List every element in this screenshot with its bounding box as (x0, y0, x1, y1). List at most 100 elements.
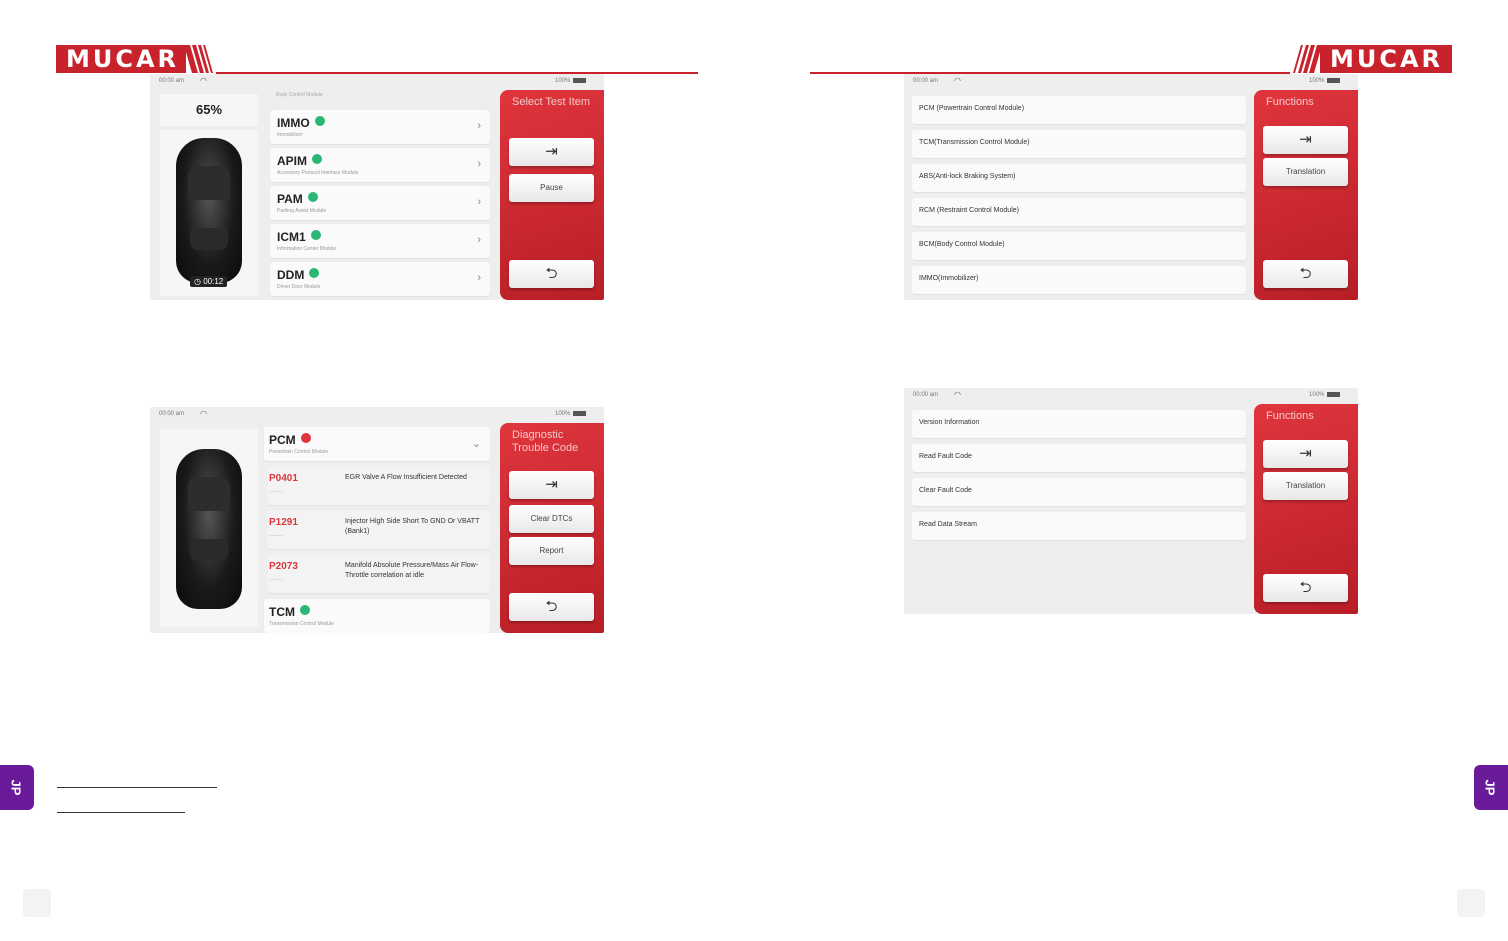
ok-status-icon (310, 230, 321, 240)
wifi-icon: ◠ (200, 76, 207, 85)
translation-button[interactable]: Translation (1263, 472, 1348, 500)
battery-indicator: 100% (1309, 392, 1341, 398)
report-button[interactable]: Report (509, 537, 594, 565)
system-item-label: IMMO(Immobilizer) (919, 275, 979, 282)
module-name: PCM (269, 433, 296, 447)
clear-dtcs-button[interactable]: Clear DTCs (509, 505, 594, 533)
module-row-ddm[interactable]: DDM Driver Door Module › (270, 262, 490, 296)
dtc-code: P1291 (269, 517, 298, 528)
dtc-description: Injector High Side Short To GND Or VBATT… (345, 518, 480, 535)
battery-icon (573, 411, 587, 416)
module-header-pcm[interactable]: PCM Powertrain Control Module ⌄ (264, 427, 490, 461)
dtc-code: P2073 (269, 561, 298, 572)
wifi-icon: ◠ (200, 409, 207, 418)
back-button[interactable]: ⮌ (1263, 574, 1348, 602)
brand-header-left: MUCAR (56, 45, 698, 75)
function-item-label: Read Fault Code (919, 453, 972, 460)
module-row-apim[interactable]: APIM Accessory Protocol Interface Module… (270, 148, 490, 182)
system-item-label: ABS(Anti-lock Braking System) (919, 173, 1016, 180)
function-item-label: Version Information (919, 419, 980, 426)
wifi-icon: ◠ (954, 76, 961, 85)
chevron-down-icon: ⌄ (471, 438, 481, 450)
back-button[interactable]: ⮌ (509, 260, 594, 288)
function-item[interactable]: Version Information (912, 410, 1246, 438)
car-image-box: ◷ 00:12 (160, 130, 258, 296)
page-number-box-left (23, 889, 51, 917)
ok-status-icon (312, 154, 322, 164)
dtc-description: Manifold Absolute Pressure/Mass Air Flow… (345, 562, 479, 579)
car-image-box (160, 429, 258, 627)
ok-status-icon (309, 268, 320, 278)
system-item[interactable]: ABS(Anti-lock Braking System) (912, 164, 1246, 192)
car-info-box: 65% (160, 94, 258, 126)
dtc-row[interactable]: P2073 ------- Manifold Absolute Pressure… (267, 555, 490, 593)
ok-status-icon (300, 605, 310, 615)
function-item[interactable]: Clear Fault Code (912, 478, 1246, 506)
module-row-pam[interactable]: PAM Parking Assist Module › (270, 186, 490, 220)
underline-2 (57, 812, 185, 813)
system-item[interactable]: IMMO(Immobilizer) (912, 266, 1246, 294)
system-item[interactable]: PCM (Powertrain Control Module) (912, 96, 1246, 124)
system-item-label: PCM (Powertrain Control Module) (919, 105, 1025, 112)
dtc-status: ------- (269, 489, 283, 495)
exit-button[interactable]: ⇥ (509, 138, 594, 166)
module-sub: Powertrain Control Module (269, 449, 329, 455)
dtc-status: ------- (269, 577, 283, 583)
status-bar: 00:00 am ◠ 100% (904, 74, 1341, 88)
status-bar: 00:00 am ◠ 100% (904, 388, 1341, 402)
module-row-tcm[interactable]: TCM Transmission Control Module (264, 599, 490, 633)
translation-button[interactable]: Translation (1263, 158, 1348, 186)
dtc-code: P0401 (269, 473, 298, 484)
chevron-right-icon: › (477, 196, 481, 208)
system-item-label: RCM (Restraint Control Module) (919, 207, 1019, 214)
error-status-icon (300, 433, 311, 443)
function-item[interactable]: Read Fault Code (912, 444, 1246, 472)
back-button[interactable]: ⮌ (1263, 260, 1348, 288)
language-tab-right[interactable]: JP (1474, 765, 1508, 810)
module-sub: Driver Door Module (277, 284, 321, 290)
module-name: TCM (269, 605, 295, 619)
action-panel: Functions ⇥ Translation ⮌ (1254, 404, 1358, 614)
system-item-label: BCM(Body Control Module) (919, 241, 1005, 248)
exit-button[interactable]: ⇥ (509, 471, 594, 499)
status-time: 00:00 am (913, 392, 939, 398)
module-name: PAM (277, 192, 303, 206)
system-item[interactable]: BCM(Body Control Module) (912, 232, 1246, 260)
language-tab-left[interactable]: JP (0, 765, 34, 810)
function-item[interactable]: Read Data Stream (912, 512, 1246, 540)
action-panel: Select Test Item ⇥ Pause ⮌ (500, 90, 604, 300)
ok-status-icon (307, 192, 318, 202)
exit-button[interactable]: ⇥ (1263, 126, 1348, 154)
pause-button[interactable]: Pause (509, 174, 594, 202)
screenshot-module-list: 00:00 am ◠ 100% 65% ◷ 00:12 Body Control… (150, 74, 604, 300)
module-row-icm1[interactable]: ICM1 Information Center Module › (270, 224, 490, 258)
battery-indicator: 100% (1309, 78, 1341, 84)
car-image (176, 138, 242, 283)
battery-indicator: 100% (555, 411, 587, 417)
module-name: APIM (277, 154, 307, 168)
status-time: 00:00 am (159, 411, 185, 417)
scan-timer: ◷ 00:12 (190, 276, 228, 287)
dtc-row[interactable]: P1291 ------- Injector High Side Short T… (267, 511, 490, 549)
back-button[interactable]: ⮌ (509, 593, 594, 621)
module-row-immo[interactable]: IMMO Immobilizer › (270, 110, 490, 144)
ok-status-icon (314, 116, 325, 126)
exit-button[interactable]: ⇥ (1263, 440, 1348, 468)
dtc-description: EGR Valve A Flow Insufficient Detected (345, 474, 467, 481)
chevron-right-icon: › (477, 158, 481, 170)
module-sub: Transmission Control Module (269, 621, 334, 627)
system-item[interactable]: RCM (Restraint Control Module) (912, 198, 1246, 226)
mucar-logo: MUCAR (1320, 45, 1452, 73)
status-time: 00:00 am (159, 78, 185, 84)
dtc-status: ------- (269, 533, 283, 539)
module-sub: Parking Assist Module (277, 208, 327, 214)
module-sub: Immobilizer (277, 132, 303, 138)
battery-icon (1327, 78, 1341, 83)
screenshot-dtc: 00:00 am ◠ 100% PCM Powertrain Control M… (150, 407, 604, 633)
underline-1 (57, 787, 217, 788)
system-item[interactable]: TCM(Transmission Control Module) (912, 130, 1246, 158)
function-item-label: Clear Fault Code (919, 487, 972, 494)
car-image (176, 449, 242, 609)
dtc-row[interactable]: P0401 ------- EGR Valve A Flow Insuffici… (267, 467, 490, 505)
panel-title: Functions (1266, 96, 1314, 108)
